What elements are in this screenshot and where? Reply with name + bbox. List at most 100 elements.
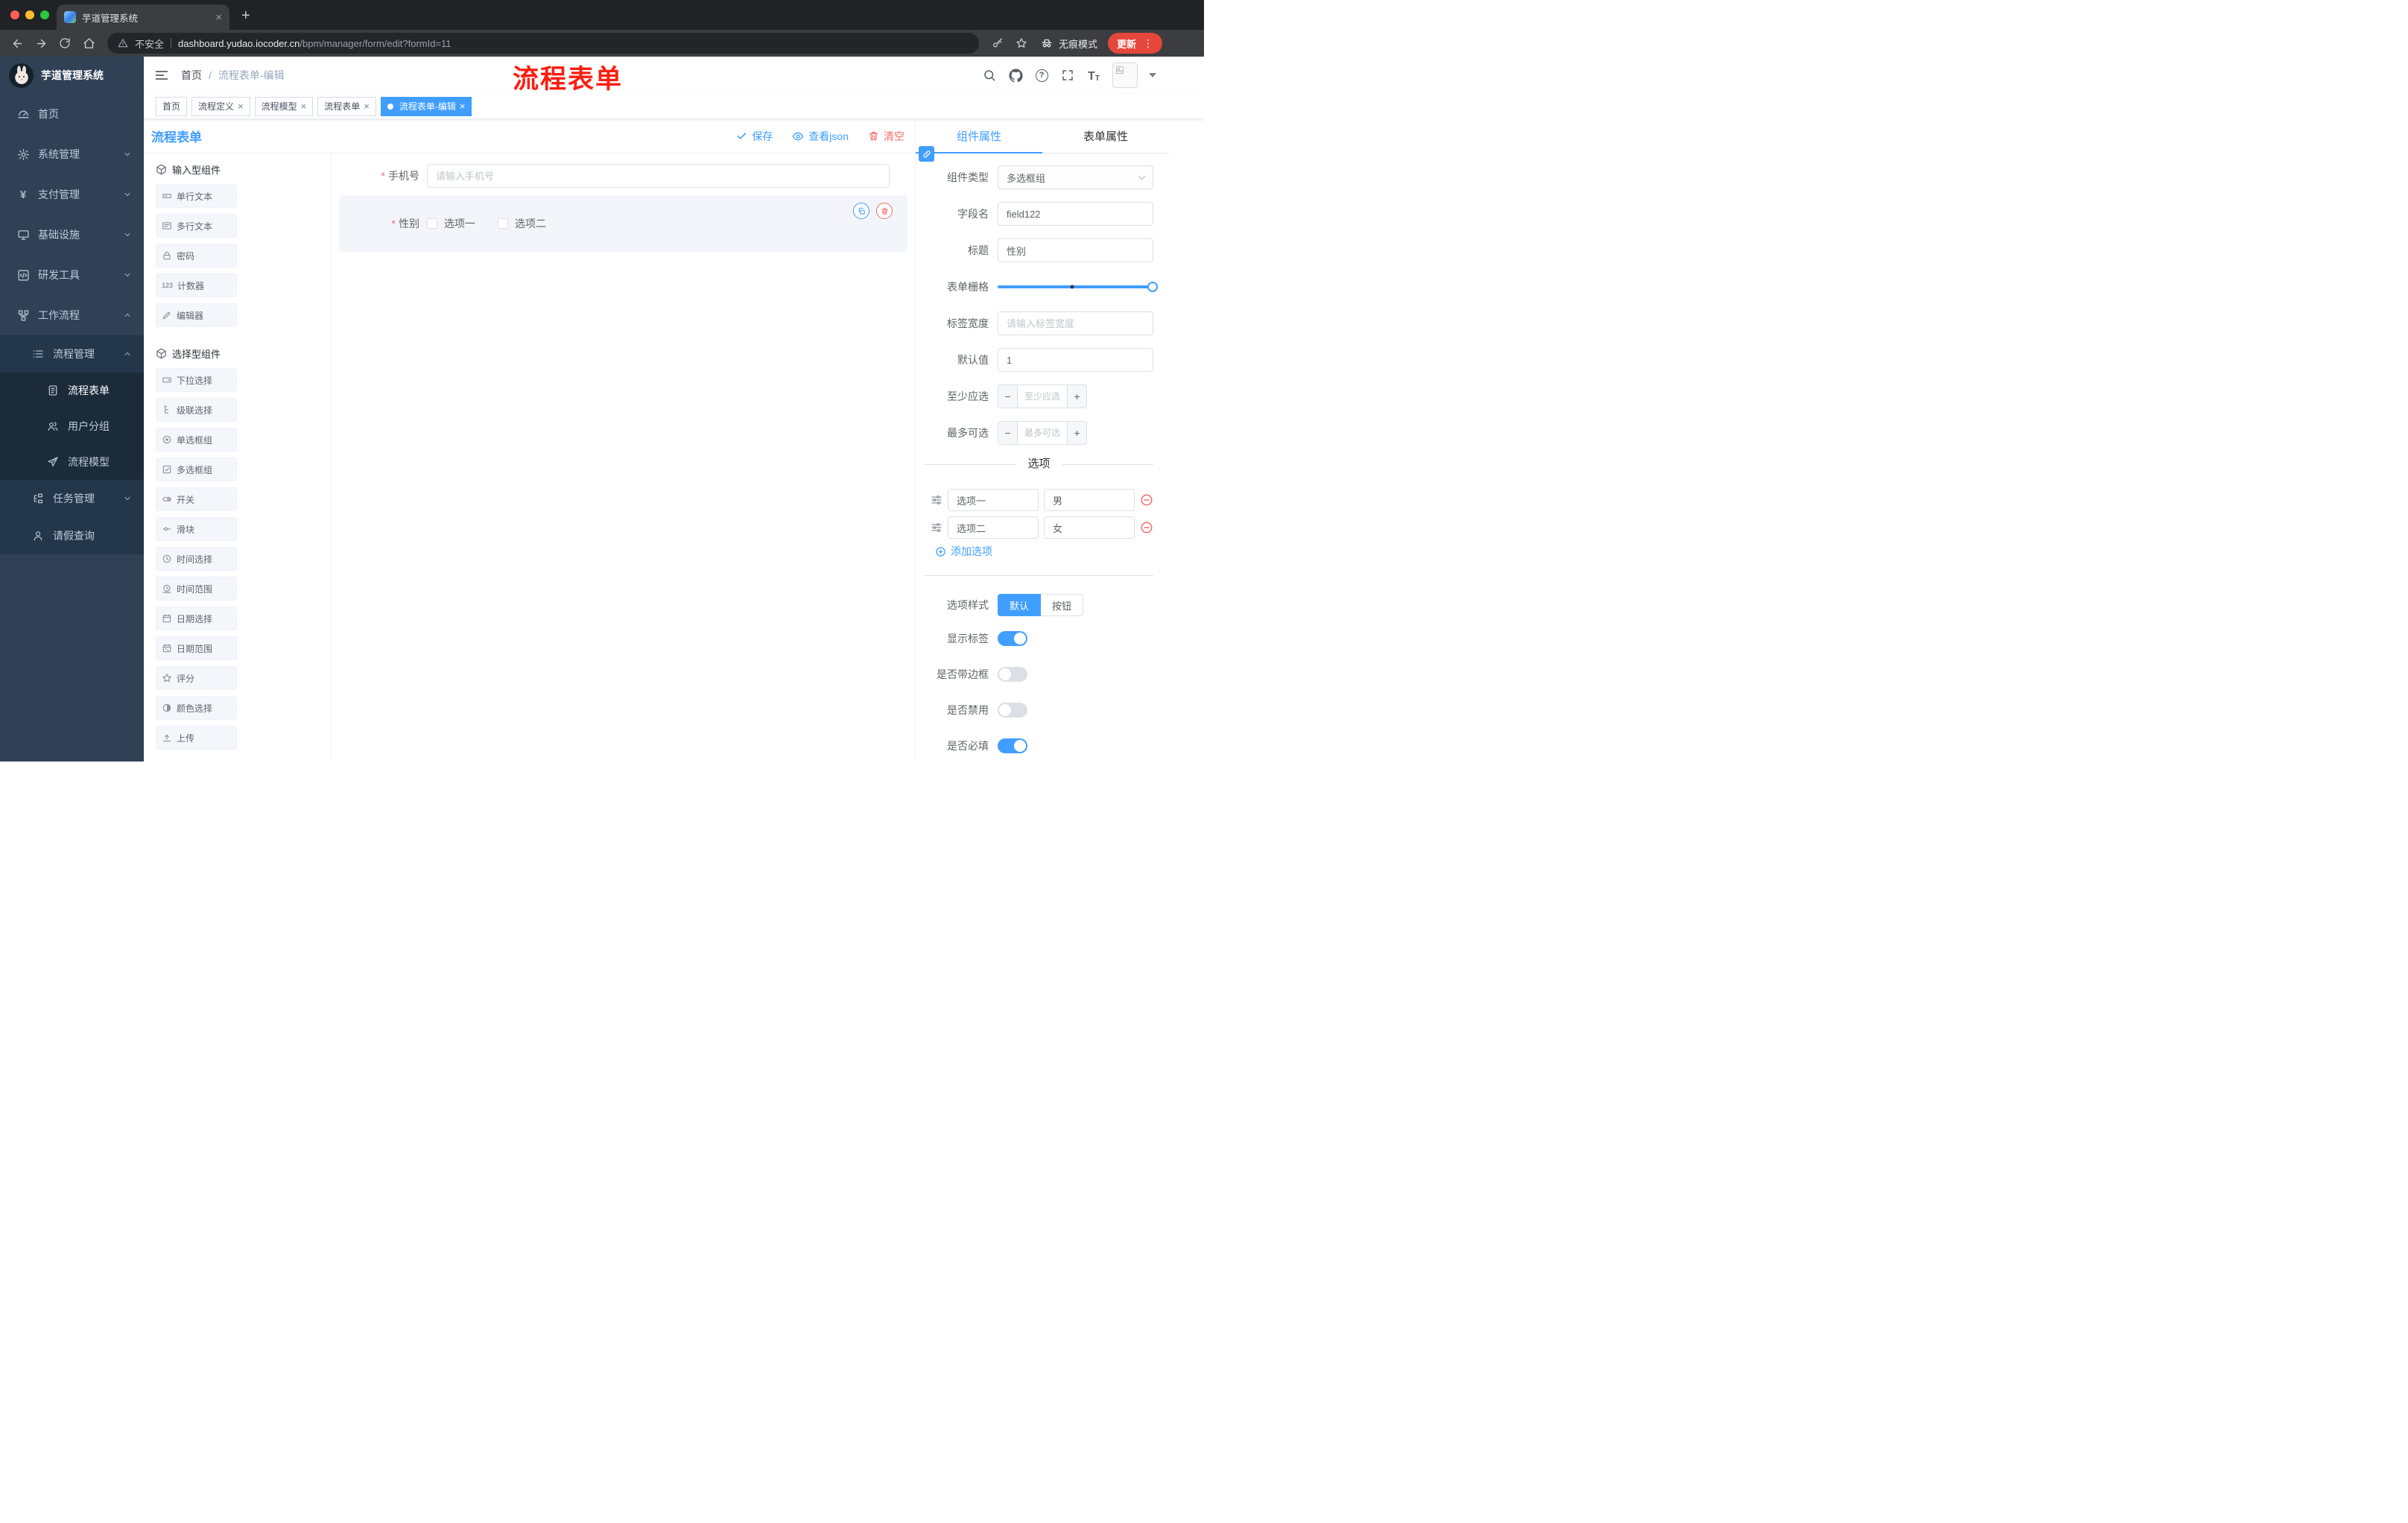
title-input[interactable] bbox=[998, 238, 1153, 262]
grid-slider[interactable] bbox=[998, 275, 1158, 299]
remove-option-button[interactable] bbox=[1140, 521, 1153, 534]
tab-form-props[interactable]: 表单属性 bbox=[1042, 119, 1169, 153]
decrease-button[interactable]: − bbox=[998, 385, 1018, 408]
hamburger-button[interactable] bbox=[154, 68, 169, 83]
tag-close-icon[interactable]: × bbox=[238, 101, 244, 111]
sidebar-item-process-form[interactable]: 流程表单 bbox=[0, 373, 144, 408]
show-label-switch[interactable] bbox=[998, 631, 1027, 646]
sidebar-item-user-group[interactable]: 用户分组 bbox=[0, 408, 144, 444]
browser-menu-icon[interactable]: ⋮ bbox=[1143, 37, 1153, 50]
delete-widget-button[interactable] bbox=[876, 203, 893, 219]
style-button-button[interactable]: 按钮 bbox=[1041, 594, 1084, 616]
component-time-picker[interactable]: 时间选择 bbox=[156, 547, 237, 571]
component-radio-group[interactable]: 单选框组 bbox=[156, 428, 237, 452]
canvas-field-gender-selected[interactable]: 性别 选项一 选项二 bbox=[339, 195, 907, 252]
new-tab-button[interactable]: + bbox=[241, 7, 250, 25]
option-value-input[interactable] bbox=[1044, 516, 1135, 539]
component-link-badge[interactable] bbox=[919, 146, 934, 162]
password-key-button[interactable] bbox=[986, 32, 1009, 54]
font-size-button[interactable]: TT bbox=[1086, 68, 1101, 83]
tag-process-definition[interactable]: 流程定义 × bbox=[191, 96, 250, 116]
remove-option-button[interactable] bbox=[1140, 493, 1153, 507]
caret-down-icon[interactable] bbox=[1149, 73, 1156, 77]
default-value-input[interactable] bbox=[998, 348, 1153, 372]
component-editor[interactable]: 编辑器 bbox=[156, 303, 237, 327]
component-date-picker[interactable]: 日期选择 bbox=[156, 607, 237, 630]
increase-button[interactable]: + bbox=[1067, 385, 1086, 408]
increase-button[interactable]: + bbox=[1067, 422, 1086, 444]
field-name-input[interactable] bbox=[998, 202, 1153, 226]
sidebar-item-leave-query[interactable]: 请假查询 bbox=[0, 517, 144, 554]
tag-process-model[interactable]: 流程模型 × bbox=[254, 96, 314, 116]
component-slider[interactable]: 滑块 bbox=[156, 517, 237, 541]
home-button[interactable] bbox=[77, 32, 100, 54]
component-switch[interactable]: 开关 bbox=[156, 487, 237, 511]
clear-button[interactable]: 清空 bbox=[868, 129, 904, 144]
option-value-input[interactable] bbox=[1044, 489, 1135, 511]
reload-button[interactable] bbox=[54, 32, 76, 54]
sidebar-item-workflow[interactable]: 工作流程 bbox=[0, 295, 144, 335]
browser-tab[interactable]: 芋道管理系统 × bbox=[57, 4, 229, 30]
save-button[interactable]: 保存 bbox=[736, 129, 773, 144]
address-bar[interactable]: 不安全 dashboard.yudao.iocoder.cn/bpm/manag… bbox=[107, 33, 979, 54]
sidebar-item-system[interactable]: 系统管理 bbox=[0, 134, 144, 174]
tab-component-props[interactable]: 组件属性 bbox=[916, 119, 1042, 153]
add-option-button[interactable]: 添加选项 bbox=[935, 544, 1153, 559]
option-label-input[interactable] bbox=[948, 489, 1039, 511]
sidebar-item-home[interactable]: 首页 bbox=[0, 94, 144, 134]
style-default-button[interactable]: 默认 bbox=[998, 594, 1042, 616]
window-minimize-button[interactable] bbox=[25, 10, 34, 19]
gender-option-1-checkbox[interactable]: 选项一 bbox=[427, 216, 475, 231]
tag-home[interactable]: 首页 bbox=[156, 96, 188, 116]
sidebar-item-payment[interactable]: ¥ 支付管理 bbox=[0, 174, 144, 215]
back-button[interactable] bbox=[6, 32, 28, 54]
breadcrumb-home[interactable]: 首页 bbox=[181, 68, 202, 83]
required-switch[interactable] bbox=[998, 738, 1027, 753]
drag-handle-icon[interactable] bbox=[931, 494, 942, 506]
min-checked-input[interactable] bbox=[1018, 385, 1067, 408]
component-select[interactable]: 下拉选择 bbox=[156, 368, 237, 392]
tag-close-icon[interactable]: × bbox=[364, 101, 370, 111]
tag-process-form[interactable]: 流程表单 × bbox=[317, 96, 376, 116]
drag-handle-icon[interactable] bbox=[931, 522, 942, 533]
forward-button[interactable] bbox=[30, 32, 52, 54]
gender-option-2-checkbox[interactable]: 选项二 bbox=[498, 216, 546, 231]
disabled-switch[interactable] bbox=[998, 703, 1027, 718]
component-counter[interactable]: 123 计数器 bbox=[156, 273, 237, 297]
help-button[interactable]: ? bbox=[1034, 68, 1049, 83]
border-switch[interactable] bbox=[998, 667, 1027, 682]
component-upload[interactable]: 上传 bbox=[156, 726, 237, 750]
component-type-select[interactable]: 多选框组 bbox=[998, 165, 1153, 189]
fullscreen-button[interactable] bbox=[1060, 68, 1075, 83]
tag-close-icon[interactable]: × bbox=[460, 101, 466, 111]
component-time-range[interactable]: 时间范围 bbox=[156, 577, 237, 601]
tag-close-icon[interactable]: × bbox=[301, 101, 307, 111]
phone-input[interactable] bbox=[427, 164, 890, 188]
max-checked-input[interactable] bbox=[1018, 422, 1067, 444]
component-password[interactable]: 密码 bbox=[156, 244, 237, 267]
decrease-button[interactable]: − bbox=[998, 422, 1018, 444]
sidebar-item-infrastructure[interactable]: 基础设施 bbox=[0, 215, 144, 255]
user-avatar[interactable] bbox=[1112, 63, 1138, 88]
window-zoom-button[interactable] bbox=[40, 10, 49, 19]
component-cascader[interactable]: 级联选择 bbox=[156, 398, 237, 422]
component-date-range[interactable]: 日期范围 bbox=[156, 636, 237, 660]
canvas-field-phone[interactable]: 手机号 bbox=[339, 164, 907, 188]
bookmark-star-button[interactable] bbox=[1010, 32, 1033, 54]
component-single-line-text[interactable]: 单行文本 bbox=[156, 184, 237, 208]
view-json-button[interactable]: 查看json bbox=[792, 129, 849, 144]
search-button[interactable] bbox=[982, 68, 997, 83]
sidebar-item-process-management[interactable]: 流程管理 bbox=[0, 335, 144, 373]
window-close-button[interactable] bbox=[10, 10, 19, 19]
component-color-picker[interactable]: 颜色选择 bbox=[156, 696, 237, 720]
component-rate[interactable]: 评分 bbox=[156, 666, 237, 690]
tag-process-form-edit[interactable]: 流程表单-编辑 × bbox=[380, 96, 472, 116]
github-button[interactable] bbox=[1008, 68, 1023, 83]
form-canvas[interactable]: 手机号 性别 选项一 bbox=[332, 153, 915, 762]
sidebar-item-task-management[interactable]: 任务管理 bbox=[0, 480, 144, 517]
option-label-input[interactable] bbox=[948, 516, 1039, 539]
label-width-input[interactable] bbox=[998, 311, 1153, 335]
component-checkbox-group[interactable]: 多选框组 bbox=[156, 457, 237, 481]
sidebar-logo[interactable]: 芋道管理系统 bbox=[0, 57, 144, 94]
sidebar-item-process-model[interactable]: 流程模型 bbox=[0, 444, 144, 480]
